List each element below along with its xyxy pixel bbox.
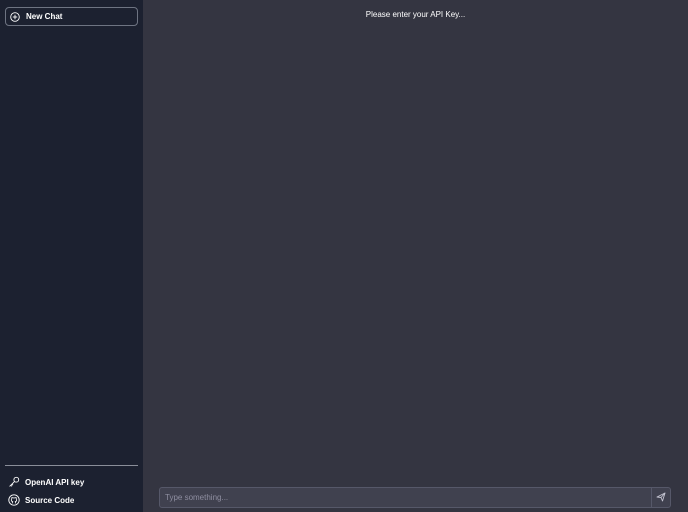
send-button[interactable]	[651, 488, 670, 507]
send-icon	[656, 489, 666, 507]
sidebar: New Chat OpenAI API key Source Code	[0, 0, 143, 512]
sidebar-divider	[5, 465, 138, 466]
source-code-label: Source Code	[25, 495, 75, 505]
api-key-notice: Please enter your API Key...	[365, 10, 466, 19]
new-chat-button[interactable]: New Chat	[5, 7, 138, 26]
source-code-link[interactable]: Source Code	[8, 493, 136, 507]
plus-circle-icon	[10, 11, 20, 22]
app: New Chat OpenAI API key Source Code Plea…	[0, 0, 688, 512]
key-icon	[8, 476, 20, 488]
message-input[interactable]	[160, 488, 651, 507]
new-chat-label: New Chat	[26, 12, 63, 21]
message-composer	[159, 487, 671, 508]
openai-api-key-label: OpenAI API key	[25, 477, 85, 487]
openai-api-key-link[interactable]: OpenAI API key	[8, 475, 136, 489]
chat-area: Please enter your API Key...	[143, 0, 688, 512]
github-icon	[8, 494, 20, 506]
